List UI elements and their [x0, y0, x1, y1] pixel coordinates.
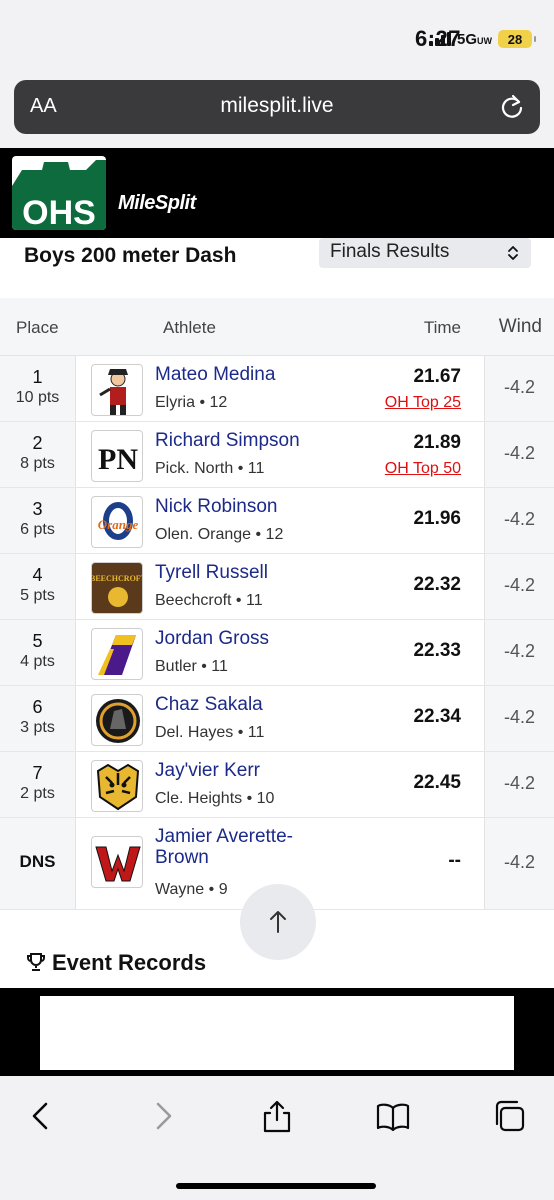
svg-text:Orange: Orange [98, 517, 139, 532]
bookmarks-icon[interactable] [375, 1098, 411, 1134]
result-time: 22.45 [413, 772, 461, 793]
table-row[interactable]: 36 pts Orange Nick Robinson Olen. Orange… [0, 488, 554, 554]
place-cell: 63 pts [0, 686, 76, 751]
status-bar: 6:27 5GUW 28 [0, 0, 554, 76]
signal-icon [428, 32, 451, 46]
browser-toolbar [0, 1076, 554, 1200]
olentangy-orange-logo-icon: Orange [91, 496, 143, 548]
athlete-team[interactable]: Butler • 11 [155, 658, 228, 676]
table-row[interactable]: 54 pts Jordan Gross Butler • 11 22.33 -4… [0, 620, 554, 686]
result-time: -- [448, 850, 461, 871]
chevron-updown-icon [508, 246, 518, 260]
beechcroft-logo-icon: BEECHCROFT [91, 562, 143, 614]
event-header: Boys 200 meter Dash Finals Results [0, 238, 554, 298]
table-row[interactable]: 45 pts BEECHCROFT Tyrell Russell Beechcr… [0, 554, 554, 620]
rank-link[interactable]: OH Top 25 [385, 394, 461, 412]
cleveland-heights-tiger-logo-icon [91, 760, 143, 812]
round-select-value: Finals Results [330, 241, 450, 262]
place-cell: 28 pts [0, 422, 76, 487]
athlete-team[interactable]: Pick. North • 11 [155, 460, 264, 478]
scroll-to-top-button[interactable] [240, 884, 316, 960]
wind-cell: -4.2 [484, 356, 554, 421]
athlete-name-link[interactable]: Richard Simpson [155, 430, 325, 451]
table-row[interactable]: 28 pts PN Richard Simpson Pick. North • … [0, 422, 554, 488]
reload-icon[interactable] [498, 93, 526, 121]
athlete-name-link[interactable]: Chaz Sakala [155, 694, 325, 715]
athlete-team[interactable]: Cle. Heights • 10 [155, 790, 274, 808]
rank-link[interactable]: OH Top 50 [385, 460, 461, 478]
trophy-icon [27, 953, 45, 971]
table-row[interactable]: 1 10 pts Mateo Medina Elyria • 12 21.67 O… [0, 356, 554, 422]
result-time: 21.67 [413, 366, 461, 387]
header-wind: Wind [498, 316, 542, 337]
header-athlete: Athlete [163, 318, 216, 337]
wind-cell: -4.2 [484, 488, 554, 553]
share-icon[interactable] [259, 1098, 295, 1134]
athlete-team[interactable]: Beechcroft • 11 [155, 592, 263, 610]
wind-cell: -4.2 [484, 422, 554, 487]
athlete-name-link[interactable]: Jordan Gross [155, 628, 325, 649]
wind-cell: -4.2 [484, 752, 554, 817]
back-icon[interactable] [24, 1098, 60, 1134]
athlete-team[interactable]: Wayne • 9 [155, 881, 228, 899]
battery-icon: 28 [498, 30, 536, 48]
wind-cell: -4.2 [484, 686, 554, 751]
place-cell: 54 pts [0, 620, 76, 685]
athlete-name-link[interactable]: Jamier Averette-Brown [155, 826, 325, 868]
result-time: 21.96 [413, 508, 461, 529]
result-time: 22.34 [413, 706, 461, 727]
place-cell: 36 pts [0, 488, 76, 553]
place-cell: 1 10 pts [0, 356, 76, 421]
url-text[interactable]: milesplit.live [14, 94, 540, 118]
event-title: Boys 200 meter Dash [24, 244, 237, 267]
status-indicators: 5GUW 28 [428, 30, 536, 48]
wayne-logo-icon [91, 836, 143, 888]
wind-cell: -4.2 [484, 554, 554, 619]
home-indicator [176, 1183, 376, 1189]
header-time: Time [423, 318, 461, 337]
status-time: 6:27 [40, 26, 461, 52]
wind-cell: -4.2 [484, 818, 554, 909]
results-table: Place Athlete Time Wind 1 10 pts Mateo Me… [0, 298, 554, 910]
svg-text:PN: PN [98, 443, 138, 476]
ad-banner [0, 988, 554, 1076]
svg-text:BEECHCROFT: BEECHCROFT [92, 574, 143, 583]
school-logo[interactable]: OHS [12, 156, 106, 230]
arrow-up-icon [270, 911, 286, 933]
site-header: OHS MileSplit [0, 148, 554, 238]
athlete-name-link[interactable]: Tyrell Russell [155, 562, 325, 583]
athlete-team[interactable]: Elyria • 12 [155, 394, 227, 412]
result-time: 22.33 [413, 640, 461, 661]
round-select[interactable]: Finals Results [319, 238, 531, 268]
place-cell: DNS [0, 818, 76, 909]
event-records-heading[interactable]: Event Records [26, 950, 206, 976]
forward-icon[interactable] [144, 1098, 180, 1134]
header-place: Place [16, 318, 59, 337]
result-time: 22.32 [413, 574, 461, 595]
table-header: Place Athlete Time Wind [0, 298, 554, 356]
ad-slot[interactable] [40, 996, 514, 1070]
table-row[interactable]: 63 pts Chaz Sakala Del. Hayes • 11 22.34… [0, 686, 554, 752]
result-time: 21.89 [413, 432, 461, 453]
athlete-name-link[interactable]: Jay'vier Kerr [155, 760, 325, 781]
athlete-name-link[interactable]: Mateo Medina [155, 364, 325, 385]
delaware-hayes-logo-icon [91, 694, 143, 746]
milesplit-brand[interactable]: MileSplit [118, 192, 196, 215]
tabs-icon[interactable] [491, 1098, 527, 1134]
athlete-team[interactable]: Olen. Orange • 12 [155, 526, 283, 544]
athlete-team[interactable]: Del. Hayes • 11 [155, 724, 264, 742]
pickerington-north-logo-icon: PN [91, 430, 143, 482]
network-label: 5GUW [456, 30, 492, 48]
table-row[interactable]: 72 pts Jay'vier Kerr Cle. Heights • 10 2… [0, 752, 554, 818]
wind-cell: -4.2 [484, 620, 554, 685]
athlete-name-link[interactable]: Nick Robinson [155, 496, 325, 517]
place-cell: 45 pts [0, 554, 76, 619]
place-cell: 72 pts [0, 752, 76, 817]
elyria-logo-icon [91, 364, 143, 416]
butler-logo-icon [91, 628, 143, 680]
address-bar[interactable]: AA milesplit.live [14, 80, 540, 134]
logo-letters: OHS [22, 194, 96, 230]
